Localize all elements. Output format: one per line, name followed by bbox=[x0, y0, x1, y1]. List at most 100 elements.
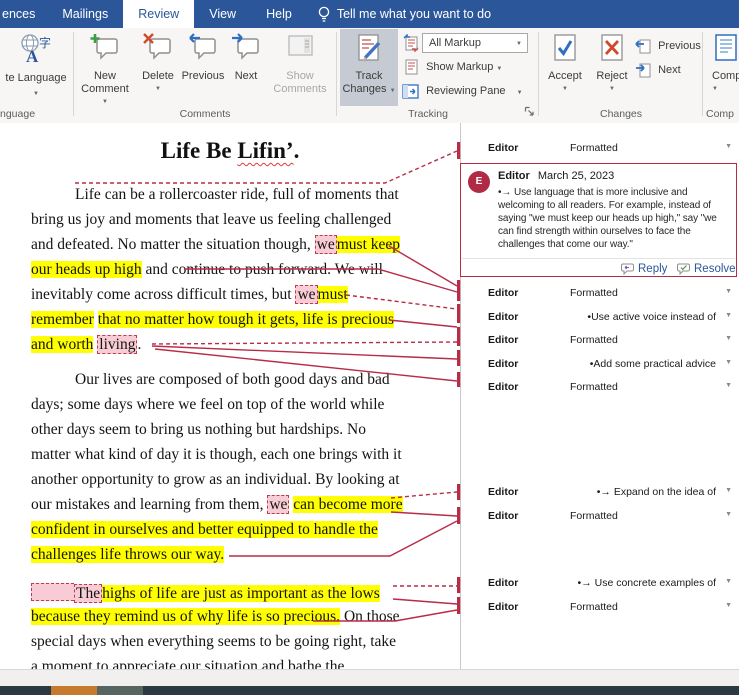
reject-button[interactable]: Reject ▼ bbox=[590, 29, 634, 105]
next-comment-label: Next bbox=[235, 70, 258, 82]
markup-row-dropdown-arrow[interactable]: ▼ bbox=[725, 487, 732, 494]
next-change-label: Next bbox=[658, 64, 681, 76]
document-line: Thehighs of life are just as important a… bbox=[31, 583, 380, 605]
markup-row-author: Editor bbox=[488, 601, 518, 613]
ribbon-tab-bar: encesMailingsReviewViewHelp Tell me what… bbox=[0, 0, 739, 28]
document-line: and worth living. bbox=[31, 336, 141, 358]
document-line: other days seem to bring us nothing but … bbox=[31, 421, 366, 443]
markup-row-author: Editor bbox=[488, 486, 518, 498]
reviewing-pane-button[interactable]: Reviewing Pane ▼ bbox=[402, 81, 523, 101]
document-line: our heads up high and continue to push f… bbox=[31, 261, 383, 283]
document-line: remember that no matter how tough it get… bbox=[31, 311, 394, 333]
ribbon: A 字 te Language ▼ New Comment ▼ Delete ▼ bbox=[0, 28, 739, 124]
tab-view[interactable]: View bbox=[194, 0, 251, 28]
compare-group-label: Comp bbox=[706, 107, 739, 121]
document-line: because they remind us of why life is so… bbox=[31, 608, 399, 630]
track-changes-dropdown-arrow: ▼ bbox=[390, 88, 396, 94]
markup-row-dropdown-arrow[interactable]: ▼ bbox=[725, 335, 732, 342]
svg-text:字: 字 bbox=[39, 35, 51, 50]
highlight-run[interactable]: highs of life are just as important as t… bbox=[102, 585, 380, 602]
next-comment-icon bbox=[231, 33, 261, 63]
insertion-block[interactable] bbox=[31, 583, 74, 601]
highlight-run[interactable]: challenges life throws our way. bbox=[31, 546, 224, 563]
reviewing-pane-icon bbox=[402, 84, 419, 99]
markup-row-dropdown-arrow[interactable]: ▼ bbox=[725, 312, 732, 319]
markup-row[interactable]: Editor Formatted ▼ bbox=[460, 142, 738, 159]
markup-row[interactable]: Editor•→ Use concrete examples of▼ bbox=[460, 577, 738, 594]
markup-row-dropdown-arrow[interactable]: ▼ bbox=[725, 288, 732, 295]
svg-text:A: A bbox=[26, 47, 39, 65]
tab-help[interactable]: Help bbox=[251, 0, 307, 28]
highlight-run[interactable]: our heads up high bbox=[31, 261, 142, 278]
previous-change-button[interactable]: Previous bbox=[634, 36, 701, 56]
delete-comment-icon bbox=[143, 33, 173, 63]
text-run: days; some days where we feel on top of … bbox=[31, 396, 384, 413]
tab-mailings[interactable]: Mailings bbox=[47, 0, 123, 28]
highlight-run[interactable]: confident in ourselves and better equipp… bbox=[31, 521, 378, 538]
tell-me-box[interactable]: Tell me what you want to do bbox=[317, 0, 491, 28]
reply-button[interactable]: Reply bbox=[621, 263, 667, 275]
markup-row-dropdown-arrow[interactable]: ▼ bbox=[725, 602, 732, 609]
next-change-button[interactable]: Next bbox=[634, 60, 681, 80]
highlight-run[interactable]: must keep bbox=[337, 236, 400, 253]
markup-row[interactable]: EditorFormatted▼ bbox=[460, 334, 738, 351]
markup-row[interactable]: EditorFormatted▼ bbox=[460, 510, 738, 527]
compare-button[interactable]: Comp ▼ bbox=[706, 29, 739, 105]
markup-row[interactable]: Editor •→ Expand on the idea of ▼ bbox=[460, 486, 738, 503]
resolve-button[interactable]: Resolve bbox=[677, 263, 736, 275]
show-markup-button[interactable]: Show Markup ▼ bbox=[404, 57, 502, 77]
document-line: Life can be a rollercoaster ride, full o… bbox=[31, 186, 399, 208]
markup-row-author: Editor bbox=[488, 577, 518, 589]
markup-row-dropdown-arrow[interactable]: ▼ bbox=[725, 143, 732, 150]
language-label: Language bbox=[18, 72, 67, 84]
tracking-dialog-launcher[interactable] bbox=[524, 106, 535, 117]
markup-row-author: Editor bbox=[488, 142, 518, 154]
highlight-run[interactable]: because they remind us of why life is so… bbox=[31, 608, 340, 625]
reject-dropdown-arrow: ▼ bbox=[584, 83, 640, 96]
markup-row-author: Editor bbox=[488, 381, 518, 393]
markup-row-description: Formatted bbox=[570, 287, 618, 299]
markup-row-dropdown-arrow[interactable]: ▼ bbox=[725, 578, 732, 585]
markup-row[interactable]: Editor•Use active voice instead of▼ bbox=[460, 311, 738, 328]
highlight-run[interactable]: remember bbox=[31, 311, 94, 328]
tab-ences[interactable]: ences bbox=[0, 0, 47, 28]
display-for-review-select[interactable]: All Markup ▼ bbox=[422, 33, 528, 53]
delete-comment-button[interactable]: Delete ▼ bbox=[135, 29, 181, 105]
markup-row-description: •Use active voice instead of bbox=[587, 311, 716, 323]
markup-row-dropdown-arrow[interactable]: ▼ bbox=[725, 511, 732, 518]
markup-row[interactable]: Editor•Add some practical advice▼ bbox=[460, 358, 738, 375]
previous-comment-button[interactable]: Previous bbox=[181, 29, 225, 105]
insertion-run[interactable]: we bbox=[295, 285, 317, 304]
status-bar bbox=[0, 669, 739, 687]
highlight-run[interactable]: can become more bbox=[293, 496, 402, 513]
next-comment-button[interactable]: Next bbox=[227, 29, 265, 105]
insertion-run[interactable]: we bbox=[315, 235, 337, 254]
markup-row[interactable]: Editor Formatted ▼ bbox=[460, 287, 738, 304]
show-comments-label: Show Comments bbox=[273, 70, 326, 95]
track-changes-button[interactable]: Track Changes ▼ bbox=[340, 29, 398, 106]
markup-row-description: Formatted bbox=[570, 142, 618, 154]
insertion-run[interactable]: we bbox=[267, 495, 289, 514]
taskbar[interactable] bbox=[0, 686, 739, 695]
accept-button[interactable]: Accept ▼ bbox=[542, 29, 588, 105]
text-run: special days when everything seems to be… bbox=[31, 633, 396, 650]
insertion-run[interactable]: The bbox=[74, 584, 102, 603]
markup-row-dropdown-arrow[interactable]: ▼ bbox=[725, 382, 732, 389]
tab-review[interactable]: Review bbox=[123, 0, 194, 28]
language-button[interactable]: A 字 te Language ▼ bbox=[0, 29, 72, 105]
insertion-run[interactable]: living bbox=[97, 335, 137, 354]
highlight-run[interactable]: and worth bbox=[31, 336, 93, 353]
highlight-run[interactable]: must bbox=[318, 286, 348, 303]
markup-row[interactable]: EditorFormatted▼ bbox=[460, 601, 738, 618]
document-line: confident in ourselves and better equipp… bbox=[31, 521, 378, 543]
markup-row-description: •→ Expand on the idea of bbox=[597, 486, 716, 498]
markup-row-dropdown-arrow[interactable]: ▼ bbox=[725, 359, 732, 366]
document-line: matter what kind of day it is though, ea… bbox=[31, 446, 402, 468]
markup-row-author: Editor bbox=[488, 287, 518, 299]
comment-card[interactable]: E Editor March 25, 2023 •→ Use language … bbox=[460, 163, 737, 277]
highlight-run[interactable]: that no matter how tough it gets, life i… bbox=[98, 311, 394, 328]
markup-row[interactable]: EditorFormatted▼ bbox=[460, 381, 738, 398]
new-comment-button[interactable]: New Comment ▼ bbox=[77, 29, 133, 105]
comment-body-line: can find strength within ourselves to fa… bbox=[498, 225, 734, 238]
document-line: days; some days where we feel on top of … bbox=[31, 396, 384, 418]
